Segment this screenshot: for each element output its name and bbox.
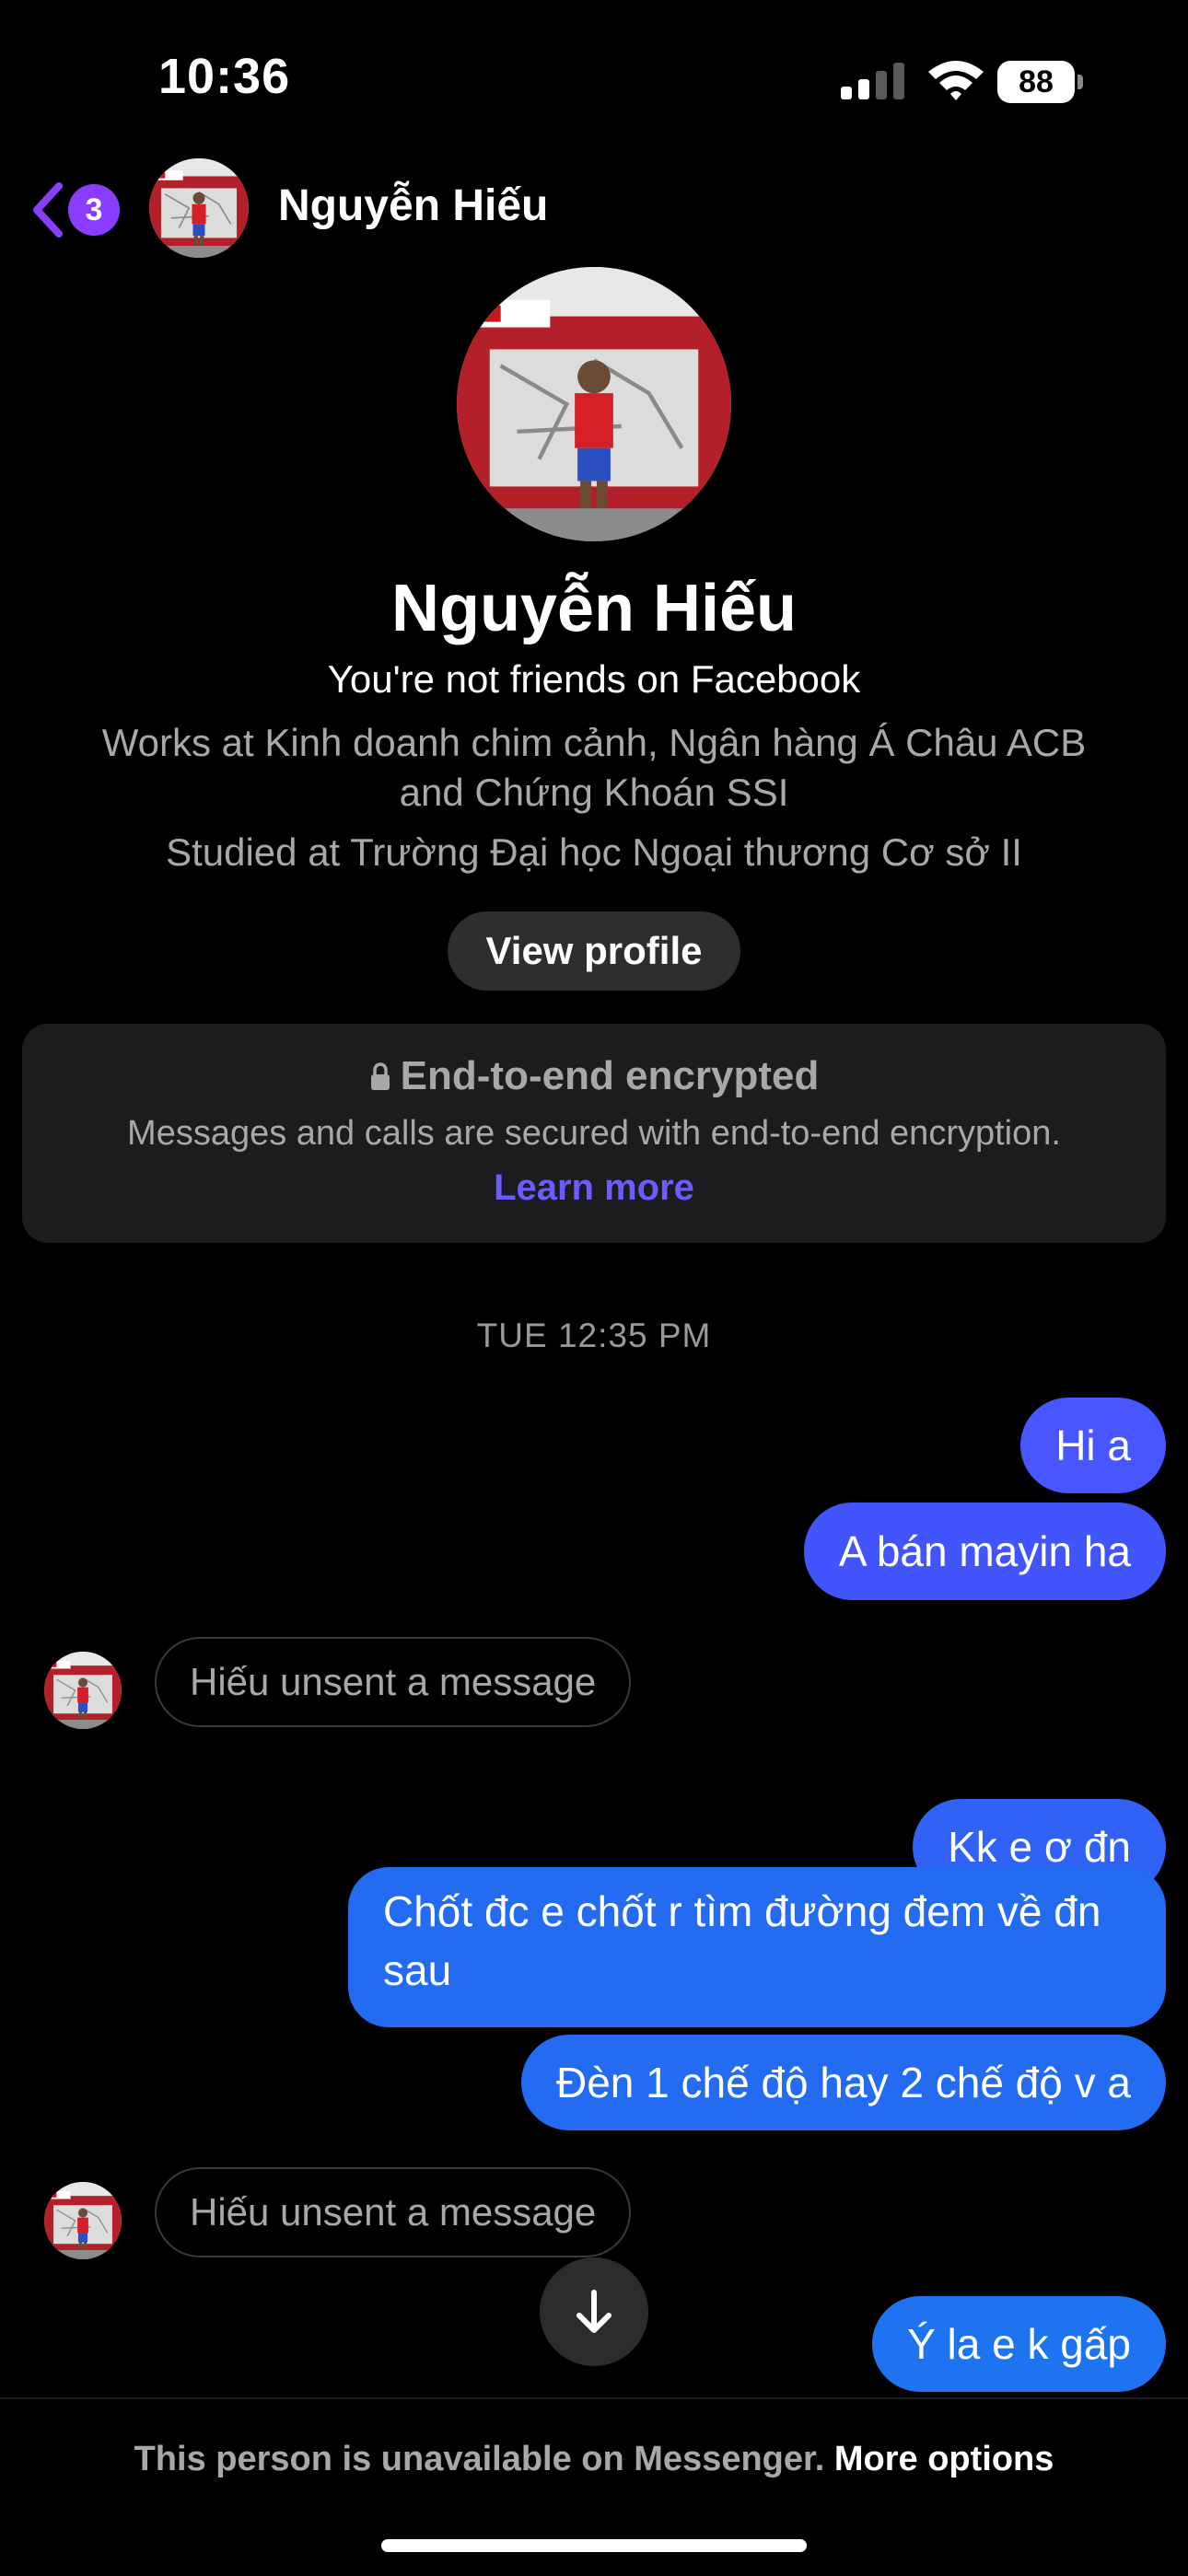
encryption-title: End-to-end encrypted (0, 1053, 1188, 1099)
battery-indicator: 88 (997, 61, 1086, 103)
lock-icon (370, 1062, 390, 1090)
profile-name: Nguyễn Hiếu (390, 572, 798, 645)
work-info: Works at Kinh doanh chim cảnh, Ngân hàng… (101, 721, 1087, 814)
relationship-status: You're not friends on Facebook (327, 657, 861, 701)
sender-avatar-image (44, 2182, 122, 2259)
profile-avatar[interactable] (457, 267, 731, 541)
sent-message[interactable]: Hi a (1020, 1398, 1166, 1493)
profile-avatar-image (457, 267, 731, 541)
encryption-description: Messages and calls are secured with end-… (127, 1114, 1061, 1153)
arrow-down-icon (577, 2290, 611, 2333)
back-button[interactable]: 3 (29, 173, 131, 247)
battery-level: 88 (997, 61, 1075, 103)
avatar-image (149, 158, 249, 258)
sender-avatar[interactable] (44, 2182, 122, 2259)
scroll-to-bottom-button[interactable] (540, 2257, 648, 2366)
wifi-icon (928, 61, 984, 100)
header-contact-name[interactable]: Nguyễn Hiếu (278, 180, 548, 231)
unavailable-text: This person is unavailable on Messenger. (134, 2440, 825, 2478)
sent-message[interactable]: A bán mayin ha (803, 1503, 1166, 1600)
view-profile-button[interactable]: View profile (448, 911, 740, 991)
chevron-left-icon (33, 182, 63, 238)
unsent-message-notice[interactable]: Hiếu unsent a message (155, 2167, 632, 2257)
sent-message[interactable]: Chốt đc e chốt r tìm đường đem về đn sau (348, 1867, 1166, 2027)
header-avatar[interactable] (149, 158, 249, 258)
message-timestamp: TUE 12:35 PM (476, 1317, 712, 1354)
unread-badge: 3 (68, 184, 120, 236)
encryption-title-text: End-to-end encrypted (400, 1053, 820, 1098)
learn-more-link[interactable]: Learn more (0, 1167, 1188, 1209)
cellular-signal-icon (841, 63, 904, 99)
sender-avatar-image (44, 1652, 122, 1729)
unsent-message-notice[interactable]: Hiếu unsent a message (155, 1637, 632, 1727)
sent-message[interactable]: Ý la e k gấp (872, 2296, 1166, 2392)
sender-avatar[interactable] (44, 1652, 122, 1729)
education-info: Studied at Trường Đại học Ngoại thương C… (166, 830, 1022, 874)
home-indicator[interactable] (381, 2539, 807, 2552)
status-time: 10:36 (158, 49, 291, 104)
sent-message[interactable]: Đèn 1 chế độ hay 2 chế độ v a (521, 2035, 1166, 2130)
unavailable-notice: This person is unavailable on Messenger.… (0, 2440, 1188, 2479)
more-options-link[interactable]: More options (834, 2440, 1054, 2478)
battery-tip (1077, 75, 1083, 89)
